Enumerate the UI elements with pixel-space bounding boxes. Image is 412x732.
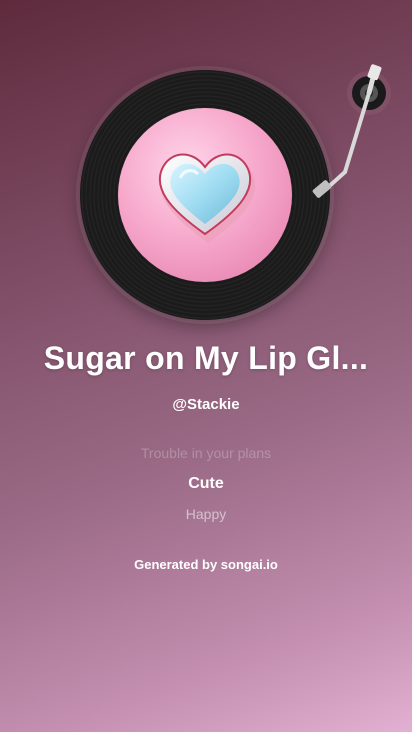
- generated-by-link[interactable]: Generated by songai.io: [0, 557, 412, 572]
- lyric-previous: Trouble in your plans: [140, 445, 272, 461]
- lyric-current: Cute: [188, 475, 224, 492]
- song-title: Sugar on My Lip Gl...: [43, 340, 369, 376]
- heart-cover-art: [158, 153, 256, 243]
- vinyl-record-icon[interactable]: [80, 70, 330, 320]
- lyrics-panel: Trouble in your plans Cute Happy: [0, 440, 412, 528]
- artist-name[interactable]: @Stackie: [0, 396, 412, 413]
- cover-art: [118, 108, 292, 282]
- tonearm-icon[interactable]: [305, 60, 405, 210]
- turntable: [0, 0, 412, 330]
- lyric-next: Happy: [185, 506, 227, 522]
